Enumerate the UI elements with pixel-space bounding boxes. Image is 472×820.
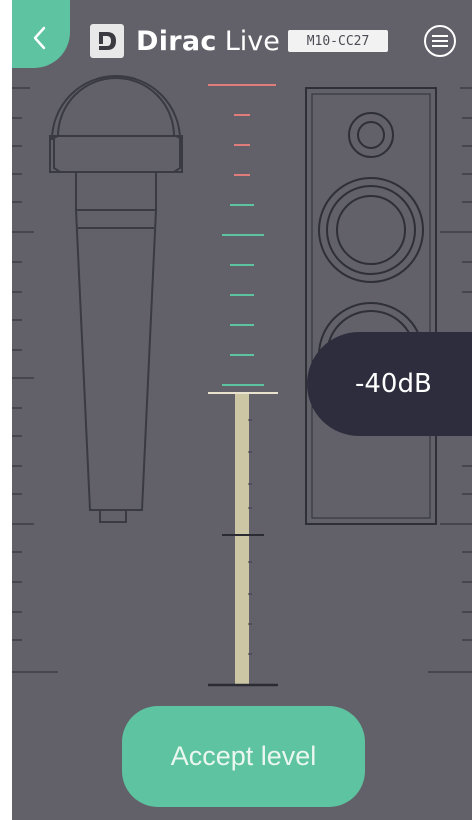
microphone-icon bbox=[49, 75, 183, 523]
brand-name: Dirac bbox=[136, 25, 217, 57]
back-button[interactable] bbox=[12, 0, 70, 68]
device-id-badge: M10-CC27 bbox=[288, 30, 388, 52]
level-bar bbox=[235, 394, 249, 684]
chevron-left-icon bbox=[33, 26, 46, 50]
hamburger-menu-icon bbox=[424, 25, 456, 57]
level-readout: -40dB bbox=[307, 332, 472, 436]
menu-button[interactable] bbox=[423, 24, 457, 58]
brand-logo: Dirac Live bbox=[90, 24, 280, 58]
app-header: Dirac Live M10-CC27 bbox=[12, 0, 472, 82]
level-value: -40dB bbox=[355, 369, 432, 399]
accept-level-button[interactable]: Accept level bbox=[122, 706, 365, 807]
app-screen: Dirac Live M10-CC27 -40dB Accept level bbox=[12, 0, 472, 820]
brand-suffix: Live bbox=[224, 25, 280, 57]
speaker-icon bbox=[305, 87, 437, 525]
dirac-logo-icon bbox=[90, 24, 124, 58]
level-tick-ladder bbox=[208, 84, 276, 386]
left-scale-ruler bbox=[12, 87, 58, 673]
